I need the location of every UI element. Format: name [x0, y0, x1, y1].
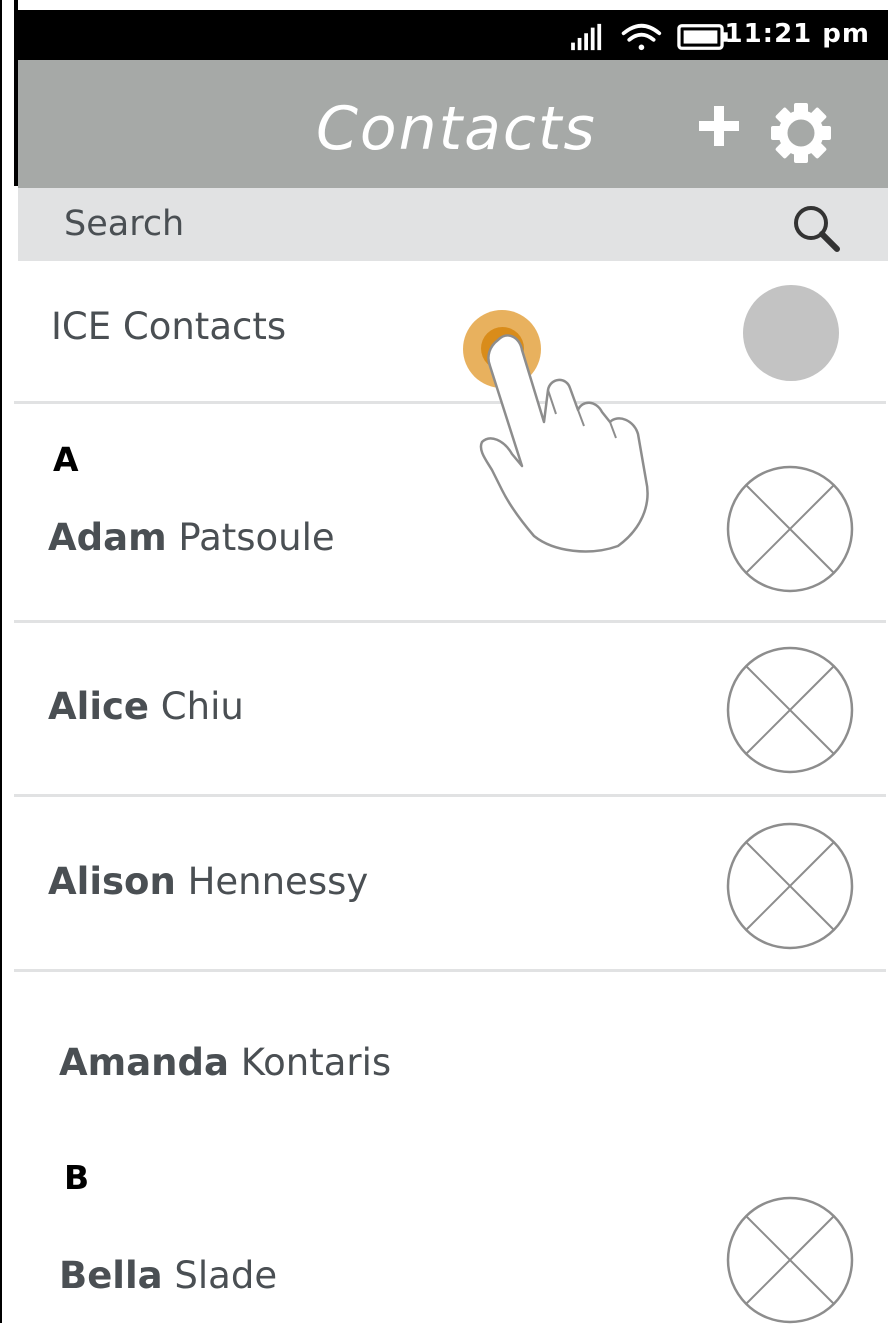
section-header-b: B: [64, 1158, 90, 1197]
status-time: 11:21 pm: [724, 19, 870, 49]
add-contact-button[interactable]: [695, 102, 743, 150]
contact-last-name: Chiu: [160, 685, 244, 728]
page-title: Contacts: [316, 94, 597, 164]
contact-name: Alice Chiu: [48, 685, 244, 728]
contact-first-name: Alice: [48, 685, 150, 728]
battery-icon: [677, 24, 728, 50]
avatar-placeholder-icon: [726, 465, 854, 593]
app-header: Contacts: [18, 60, 888, 188]
ice-contacts-label: ICE Contacts: [51, 305, 287, 348]
contact-last-name: Hennessy: [187, 860, 369, 903]
contact-name: Adam Patsoule: [48, 516, 335, 559]
contact-last-name: Patsoule: [178, 516, 335, 559]
gear-icon: [771, 103, 831, 163]
contact-last-name: Slade: [174, 1254, 278, 1297]
contact-name: Amanda Kontaris: [59, 1041, 391, 1084]
search-input[interactable]: [64, 202, 704, 246]
wifi-icon: [621, 23, 662, 51]
contact-first-name: Amanda: [59, 1041, 229, 1084]
settings-button[interactable]: [770, 102, 832, 164]
contact-last-name: Kontaris: [240, 1041, 392, 1084]
divider: [14, 401, 886, 404]
contact-name: Bella Slade: [59, 1254, 277, 1297]
search-icon[interactable]: [790, 202, 842, 254]
section-header-a: A: [53, 440, 79, 479]
ice-contacts-toggle[interactable]: [743, 285, 839, 381]
pointing-hand-icon: [479, 334, 649, 553]
avatar-placeholder-icon: [726, 646, 854, 774]
contact-name: Alison Hennessy: [48, 860, 368, 903]
contact-first-name: Adam: [48, 516, 167, 559]
screen-frame: [0, 0, 2, 1323]
avatar-placeholder-icon: [726, 822, 854, 950]
divider: [14, 969, 886, 972]
search-bar: [18, 188, 888, 261]
ice-contacts-row[interactable]: ICE Contacts: [18, 261, 888, 403]
contact-first-name: Alison: [48, 860, 176, 903]
plus-icon: [699, 106, 739, 146]
divider: [14, 794, 886, 797]
contact-first-name: Bella: [59, 1254, 163, 1297]
divider: [14, 620, 886, 623]
status-bar: 11:21 pm: [18, 10, 888, 60]
signal-icon: [571, 23, 602, 51]
avatar-placeholder-icon: [726, 1196, 854, 1324]
